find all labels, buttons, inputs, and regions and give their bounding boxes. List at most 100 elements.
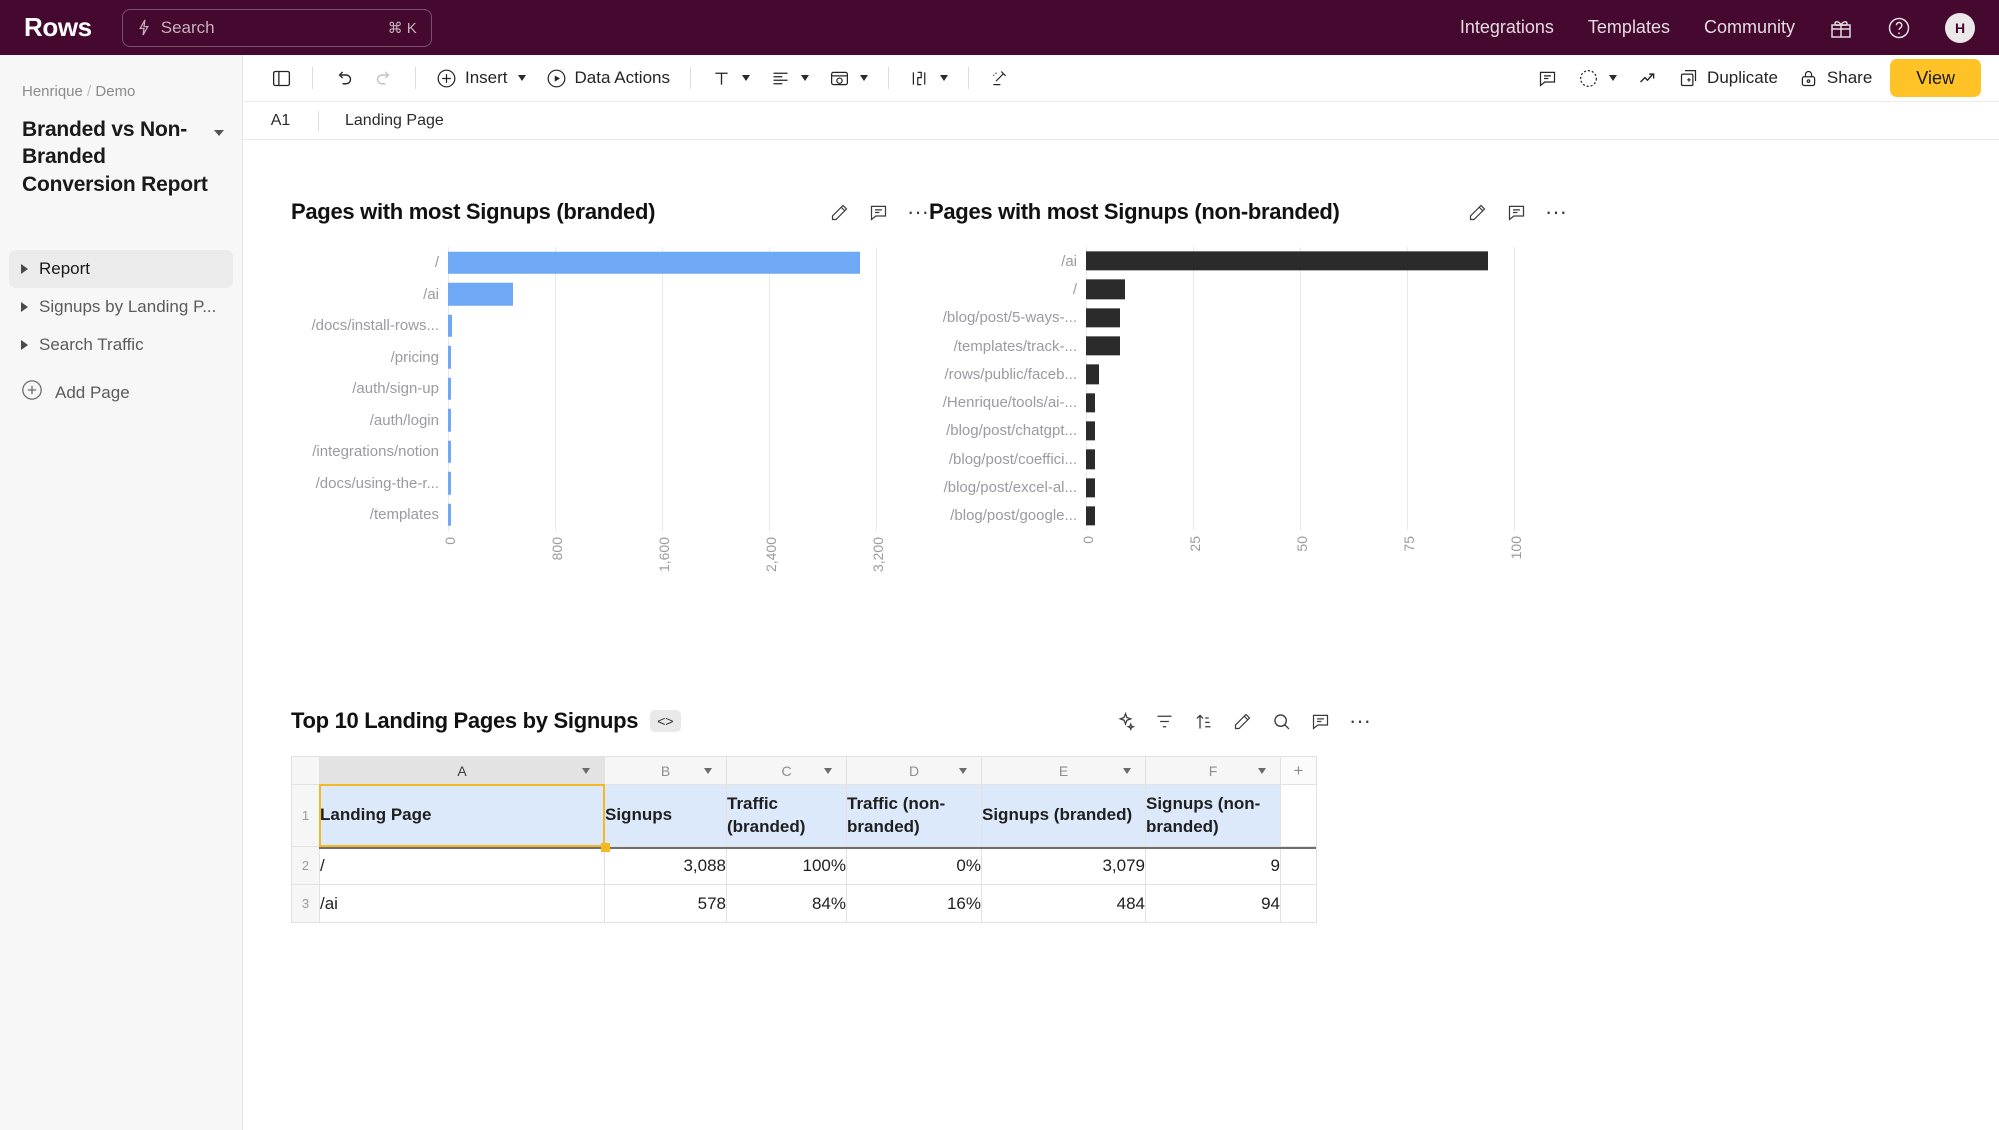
chart-bar[interactable] bbox=[448, 377, 451, 400]
sidebar-item-report[interactable]: Report bbox=[9, 249, 233, 288]
chevron-down-icon[interactable] bbox=[1123, 768, 1131, 774]
cell-style-button[interactable] bbox=[819, 61, 878, 95]
more-horizontal-icon[interactable]: ··· bbox=[1545, 201, 1567, 223]
chart-bar[interactable] bbox=[1086, 308, 1121, 328]
nav-integrations[interactable]: Integrations bbox=[1460, 17, 1554, 38]
nav-templates[interactable]: Templates bbox=[1588, 17, 1670, 38]
more-horizontal-icon[interactable]: ··· bbox=[907, 201, 929, 223]
share-button[interactable]: Share bbox=[1788, 61, 1882, 95]
redo-button[interactable] bbox=[364, 61, 405, 95]
chart-bar[interactable] bbox=[448, 503, 451, 526]
table-cell[interactable]: 484 bbox=[981, 884, 1146, 923]
chevron-down-icon[interactable] bbox=[800, 75, 809, 81]
column-header-f[interactable]: F bbox=[1145, 756, 1281, 785]
cell-reference[interactable]: A1 bbox=[243, 112, 318, 130]
column-header-d[interactable]: D bbox=[846, 756, 982, 785]
pencil-icon[interactable] bbox=[1232, 711, 1253, 732]
pencil-icon[interactable] bbox=[1467, 202, 1488, 223]
table-cell[interactable]: 0% bbox=[846, 846, 982, 885]
comment-icon[interactable] bbox=[1506, 202, 1527, 223]
duplicate-button[interactable]: Duplicate bbox=[1668, 61, 1788, 95]
chart-bar[interactable] bbox=[448, 440, 451, 463]
undo-button[interactable] bbox=[323, 61, 364, 95]
chart-bar[interactable] bbox=[1086, 279, 1125, 300]
triangle-right-icon[interactable] bbox=[21, 263, 28, 274]
avatar[interactable]: H bbox=[1945, 12, 1975, 43]
global-search-box[interactable]: Search ⌘ K bbox=[121, 8, 432, 47]
app-logo[interactable]: Rows bbox=[24, 12, 92, 43]
chart-bar[interactable] bbox=[448, 314, 452, 337]
chevron-down-icon[interactable] bbox=[741, 75, 750, 81]
chevron-down-icon[interactable] bbox=[959, 768, 967, 774]
chart-bar[interactable] bbox=[1086, 392, 1095, 413]
table-cell[interactable]: 84% bbox=[726, 884, 847, 923]
row-number[interactable]: 1 bbox=[291, 784, 320, 847]
table-cell[interactable]: / bbox=[319, 846, 605, 885]
chevron-down-icon[interactable] bbox=[939, 75, 948, 81]
spreadsheet[interactable]: A B C D E F +1 Landing Page Signups Traffic (bran… bbox=[291, 756, 1317, 923]
chevron-down-icon[interactable] bbox=[704, 768, 712, 774]
code-badge[interactable]: <> bbox=[650, 710, 681, 732]
chevron-down-icon[interactable] bbox=[214, 130, 224, 136]
version-history-button[interactable] bbox=[1568, 61, 1627, 95]
breadcrumb-workspace[interactable]: Demo bbox=[95, 83, 135, 100]
help-circle-icon[interactable] bbox=[1887, 16, 1911, 40]
filter-icon[interactable] bbox=[1154, 711, 1175, 732]
gift-icon[interactable] bbox=[1829, 16, 1853, 40]
add-page-button[interactable]: Add Page bbox=[0, 376, 242, 410]
table-cell[interactable]: 16% bbox=[846, 884, 982, 923]
chevron-down-icon[interactable] bbox=[1609, 75, 1618, 81]
chart-bar[interactable] bbox=[448, 409, 451, 432]
sidebar-item-search-traffic[interactable]: Search Traffic bbox=[9, 326, 233, 364]
chart-bar[interactable] bbox=[1086, 336, 1121, 356]
pencil-icon[interactable] bbox=[829, 202, 850, 223]
number-format-button[interactable] bbox=[899, 61, 958, 95]
sort-icon[interactable] bbox=[1193, 711, 1214, 732]
table-cell[interactable]: 100% bbox=[726, 846, 847, 885]
formula-input[interactable]: Landing Page bbox=[319, 112, 444, 130]
chevron-down-icon[interactable] bbox=[859, 75, 868, 81]
empty-cell[interactable] bbox=[1280, 784, 1317, 847]
align-button[interactable] bbox=[760, 61, 819, 95]
breadcrumb-owner[interactable]: Henrique bbox=[22, 83, 83, 100]
view-button[interactable]: View bbox=[1890, 59, 1981, 97]
column-header-a[interactable]: A bbox=[319, 756, 605, 785]
clear-formatting-button[interactable] bbox=[979, 61, 1020, 95]
comment-button[interactable] bbox=[1527, 61, 1568, 95]
chart-bar[interactable] bbox=[1086, 421, 1095, 441]
selection-fill-handle[interactable] bbox=[601, 843, 610, 852]
search-icon[interactable] bbox=[1271, 711, 1292, 732]
nav-community[interactable]: Community bbox=[1704, 17, 1795, 38]
table-header-cell[interactable]: Signups (branded) bbox=[981, 784, 1146, 847]
more-horizontal-icon[interactable]: ··· bbox=[1349, 710, 1371, 732]
chart-bar[interactable] bbox=[448, 346, 451, 369]
table-header-cell[interactable]: Landing Page bbox=[319, 784, 605, 847]
row-number[interactable]: 2 bbox=[291, 846, 320, 885]
insert-button[interactable]: Insert bbox=[426, 61, 536, 95]
column-header-b[interactable]: B bbox=[604, 756, 727, 785]
toggle-sidebar-button[interactable] bbox=[261, 61, 302, 95]
chevron-down-icon[interactable] bbox=[824, 768, 832, 774]
sheet-corner-cell[interactable] bbox=[291, 756, 320, 785]
table-header-cell[interactable]: Signups bbox=[604, 784, 727, 847]
table-cell[interactable]: 578 bbox=[604, 884, 727, 923]
table-header-cell[interactable]: Traffic (non-branded) bbox=[846, 784, 982, 847]
triangle-right-icon[interactable] bbox=[21, 301, 28, 312]
text-format-button[interactable] bbox=[701, 61, 760, 95]
chevron-down-icon[interactable] bbox=[1258, 768, 1266, 774]
chevron-down-icon[interactable] bbox=[517, 75, 526, 81]
analytics-button[interactable] bbox=[1627, 61, 1668, 95]
table-header-cell[interactable]: Signups (non-branded) bbox=[1145, 784, 1281, 847]
column-header-e[interactable]: E bbox=[981, 756, 1146, 785]
table-cell[interactable]: 9 bbox=[1145, 846, 1281, 885]
chart-bar[interactable] bbox=[1086, 477, 1095, 498]
comment-icon[interactable] bbox=[1310, 711, 1331, 732]
sidebar-item-signups-by-landing-page[interactable]: Signups by Landing P... bbox=[9, 288, 233, 326]
table-cell[interactable]: 3,079 bbox=[981, 846, 1146, 885]
chart-bar[interactable] bbox=[1086, 251, 1489, 271]
chart-bar[interactable] bbox=[1086, 506, 1095, 526]
sparkle-icon[interactable] bbox=[1115, 711, 1136, 732]
chart-bar[interactable] bbox=[1086, 364, 1099, 384]
add-column-button[interactable]: + bbox=[1280, 756, 1317, 785]
row-number[interactable]: 3 bbox=[291, 884, 320, 923]
